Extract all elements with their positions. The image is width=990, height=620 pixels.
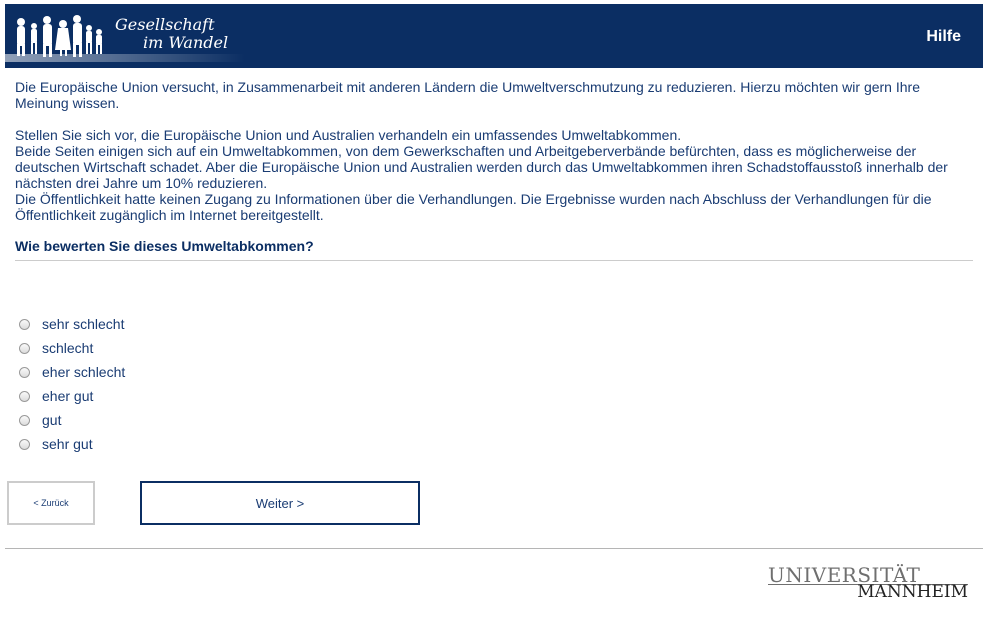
option-label[interactable]: eher gut (42, 388, 93, 404)
option-label[interactable]: sehr gut (42, 436, 93, 452)
option-label[interactable]: sehr schlecht (42, 316, 124, 332)
option-eher-schlecht[interactable]: eher schlecht (19, 360, 125, 384)
radio-button[interactable] (19, 438, 30, 450)
question-title: Wie bewerten Sie dieses Umweltabkommen? (15, 238, 314, 254)
option-gut[interactable]: gut (19, 408, 125, 432)
answer-options: sehr schlecht schlecht eher schlecht ehe… (19, 312, 125, 456)
option-eher-gut[interactable]: eher gut (19, 384, 125, 408)
logo-wordmark: Gesellschaft im Wandel (115, 16, 228, 52)
question-divider (15, 260, 973, 261)
back-button[interactable]: < Zurück (7, 481, 95, 525)
option-schlecht[interactable]: schlecht (19, 336, 125, 360)
logo-line-1: Gesellschaft (115, 15, 215, 34)
option-label[interactable]: gut (42, 412, 61, 428)
intro-line-1: Stellen Sie sich vor, die Europäische Un… (15, 127, 682, 143)
logo-line-2: im Wandel (143, 33, 229, 52)
intro-text: Die Europäische Union versucht, in Zusam… (15, 79, 973, 239)
radio-button[interactable] (19, 318, 30, 330)
radio-button[interactable] (19, 366, 30, 378)
intro-line-2: Beide Seiten einigen sich auf ein Umwelt… (15, 143, 948, 191)
header-bar: Gesellschaft im Wandel Hilfe (5, 4, 983, 68)
radio-button[interactable] (19, 342, 30, 354)
university-logo-line-2: MANNHEIM (857, 582, 968, 602)
option-label[interactable]: schlecht (42, 340, 93, 356)
radio-button[interactable] (19, 414, 30, 426)
footer-divider (5, 548, 983, 549)
intro-paragraph-1: Die Europäische Union versucht, in Zusam… (15, 79, 920, 111)
intro-line-3: Die Öffentlichkeit hatte keinen Zugang z… (15, 191, 932, 223)
radio-button[interactable] (19, 390, 30, 402)
intro-paragraph-2: Stellen Sie sich vor, die Europäische Un… (15, 127, 973, 223)
option-label[interactable]: eher schlecht (42, 364, 125, 380)
help-link[interactable]: Hilfe (926, 28, 961, 46)
next-button[interactable]: Weiter > (140, 481, 420, 525)
university-logo: UNIVERSITÄT MANNHEIM (768, 563, 968, 603)
option-sehr-schlecht[interactable]: sehr schlecht (19, 312, 125, 336)
option-sehr-gut[interactable]: sehr gut (19, 432, 125, 456)
